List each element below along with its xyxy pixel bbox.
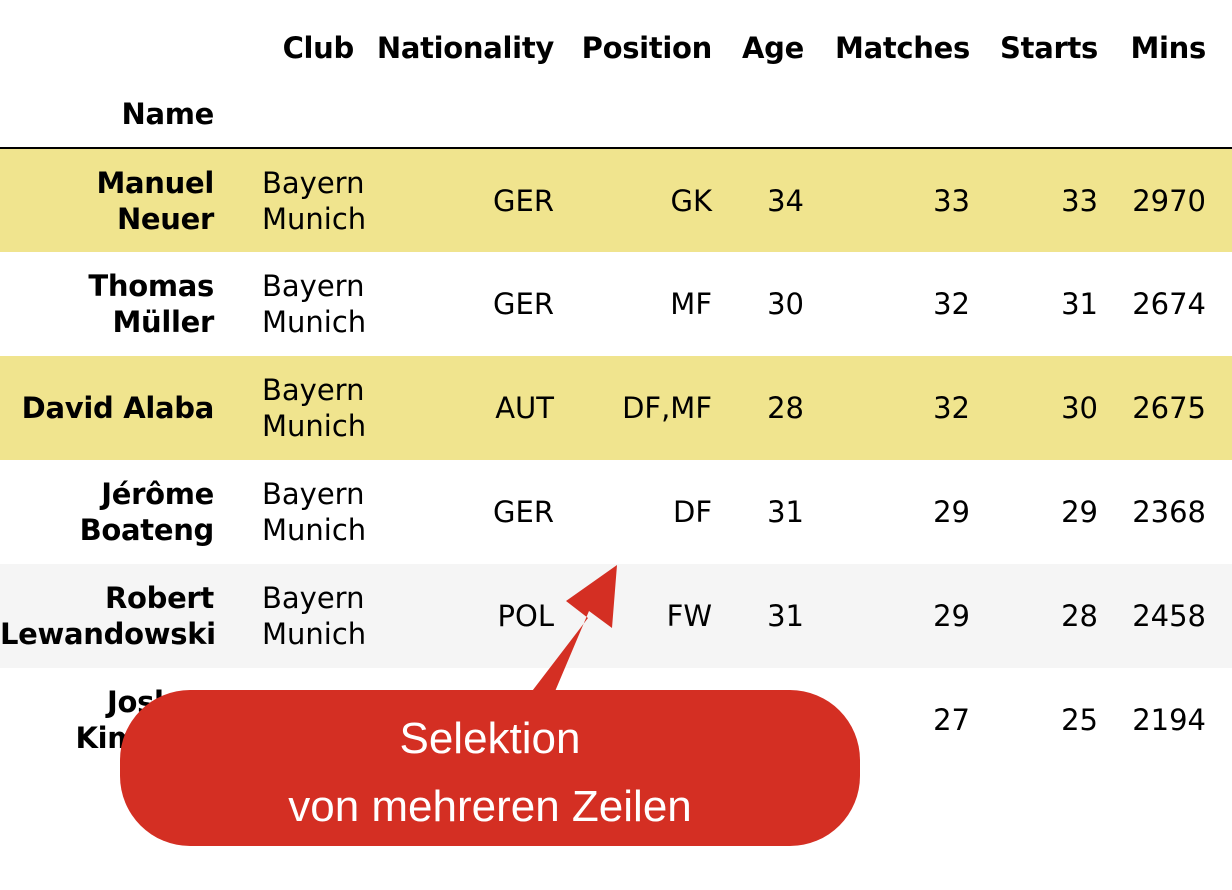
cell-age: 31 bbox=[767, 599, 804, 633]
cell-nationality: POL bbox=[497, 599, 554, 633]
column-header-position[interactable]: Position bbox=[554, 0, 713, 68]
cell-mins: 2674 bbox=[1132, 287, 1206, 321]
cell-nationality: GER bbox=[493, 495, 554, 529]
cell-nationality: GER bbox=[493, 183, 554, 218]
callout-line-1: Selektion bbox=[399, 714, 581, 763]
row-name: Thomas Müller bbox=[88, 269, 214, 339]
cell-age: 34 bbox=[767, 183, 804, 218]
cell-matches: 29 bbox=[933, 599, 970, 633]
row-name: Jérôme Boateng bbox=[79, 477, 215, 547]
cell-starts: 28 bbox=[1061, 599, 1098, 633]
cell-mins: 2970 bbox=[1132, 183, 1206, 218]
column-header-mins[interactable]: Mins bbox=[1098, 0, 1232, 68]
cell-mins: 2458 bbox=[1132, 599, 1206, 633]
selection-callout: Selektion von mehreren Zeilen bbox=[120, 690, 860, 846]
table-row[interactable]: Jérôme Boateng Bayern Munich GER DF 31 29 29 23… bbox=[0, 460, 1232, 564]
cell-position: FW bbox=[666, 599, 712, 633]
cell-position: DF bbox=[672, 495, 712, 529]
index-header-name[interactable]: Name bbox=[0, 68, 230, 148]
column-header-starts[interactable]: Starts bbox=[970, 0, 1098, 68]
cell-mins: 2368 bbox=[1132, 495, 1206, 529]
cell-club: Bayern Munich bbox=[262, 581, 367, 651]
cell-matches: 29 bbox=[933, 495, 970, 529]
column-header-age[interactable]: Age bbox=[712, 0, 804, 68]
cell-mins: 2675 bbox=[1132, 391, 1206, 425]
cell-age: 31 bbox=[767, 495, 804, 529]
data-table: Club Nationality Position Age Matches St… bbox=[0, 0, 1232, 772]
cell-position: MF bbox=[670, 287, 712, 321]
cell-club: Bayern Munich bbox=[262, 373, 367, 443]
cell-club: Bayern Munich bbox=[262, 477, 367, 547]
table-row[interactable]: Robert Lewandowski Bayern Munich POL FW 31 29… bbox=[0, 564, 1232, 668]
column-header-nationality[interactable]: Nationality bbox=[354, 0, 554, 68]
cell-club: Bayern Munich bbox=[262, 165, 367, 236]
column-header-matches[interactable]: Matches bbox=[804, 0, 970, 68]
row-name: David Alaba bbox=[21, 391, 215, 425]
cell-starts: 33 bbox=[1061, 183, 1098, 218]
cell-position: DF,MF bbox=[622, 391, 712, 425]
cell-position: GK bbox=[670, 183, 713, 218]
cell-matches: 32 bbox=[933, 287, 970, 321]
cell-matches: 32 bbox=[933, 391, 970, 425]
cell-nationality: AUT bbox=[495, 391, 554, 425]
column-header-row: Club Nationality Position Age Matches St… bbox=[0, 0, 1232, 68]
cell-starts: 25 bbox=[1061, 703, 1098, 737]
callout-line-2: von mehreren Zeilen bbox=[288, 782, 692, 831]
table-row[interactable]: Manuel Neuer Bayern Munich GER GK 34 33 33 2970 bbox=[0, 148, 1232, 252]
header-corner bbox=[0, 0, 230, 68]
column-header-club[interactable]: Club bbox=[230, 0, 355, 68]
table-row[interactable]: Thomas Müller Bayern Munich GER MF 30 32 31 267… bbox=[0, 252, 1232, 356]
row-name: Manuel Neuer bbox=[96, 165, 214, 236]
cell-nationality: GER bbox=[493, 287, 554, 321]
cell-club: Bayern Munich bbox=[262, 269, 367, 339]
row-name: Robert Lewandowski bbox=[0, 581, 216, 651]
cell-age: 30 bbox=[767, 287, 804, 321]
cell-mins: 2194 bbox=[1132, 703, 1206, 737]
index-header-row: Name bbox=[0, 68, 1232, 148]
table-row[interactable]: David Alaba Bayern Munich AUT DF,MF 28 32 30 26… bbox=[0, 356, 1232, 460]
cell-matches: 33 bbox=[933, 183, 970, 218]
cell-age: 28 bbox=[767, 391, 804, 425]
cell-starts: 31 bbox=[1061, 287, 1098, 321]
cell-starts: 30 bbox=[1061, 391, 1098, 425]
cell-starts: 29 bbox=[1061, 495, 1098, 529]
